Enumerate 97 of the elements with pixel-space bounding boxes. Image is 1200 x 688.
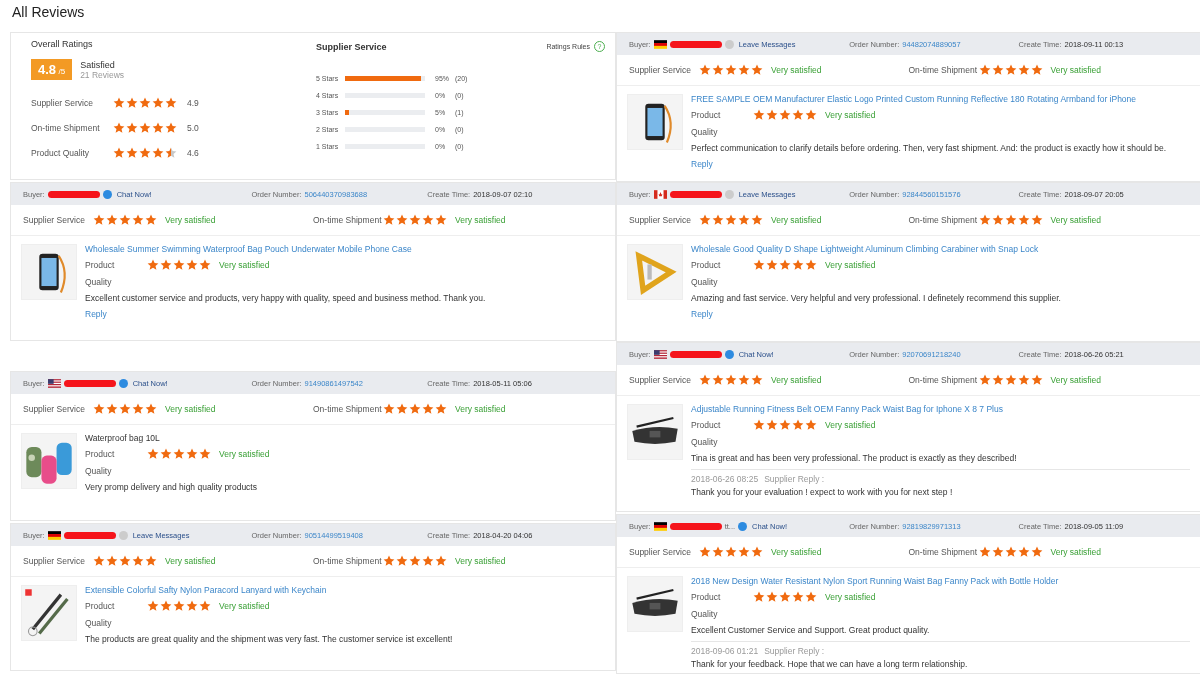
rating-verdict: Very satisfied [1050,375,1102,385]
product-title-link[interactable]: Wholesale Summer Swimming Waterproof Bag Pouch Underwater Mobile Phone Case [85,244,605,254]
rating-value: 4.9 [187,97,199,108]
supplier-reply-label: Supplier Reply : [764,646,825,656]
supplier-reply-label: Supplier Reply : [764,474,825,484]
rating-label: On-time Shipment [908,215,978,225]
rating-verdict: Very satisfied [825,259,876,272]
rating-label: Supplier Service [629,375,692,385]
breakdown-title: Supplier Service [316,41,387,52]
rating-label: Product Quality [31,147,91,158]
flag-icon [653,521,667,531]
rating-verdict: Very satisfied [1050,215,1102,225]
rating-verdict: Very satisfied [825,109,876,122]
rating-verdict: Very satisfied [1050,547,1102,557]
rating-label: On-time Shipment [908,547,978,557]
rating-label: Supplier Service [23,556,86,566]
redaction-mark [669,350,722,358]
product-quality-label: Product Quality [691,259,722,289]
review-comment: Amazing and fast service. Very helpful and very professional. I definetely recommend this supplier. [691,293,1062,303]
rating-label: On-time Shipment [313,404,383,414]
rating-verdict: Very satisfied [455,215,506,225]
rating-label: Supplier Service [23,404,86,414]
message-icon [118,530,128,540]
flag-icon [47,530,61,540]
rating-verdict: Very satisfied [165,556,216,566]
chat-icon [102,189,112,199]
supplier-reply: Thank you for your evaluation ! expect to work with you for next step ! [691,487,954,497]
flag-icon [653,189,667,199]
flag-icon [653,349,667,359]
redaction-mark [63,379,116,387]
product-quality-label: Product Quality [85,448,116,478]
rating-verdict: Very satisfied [455,556,506,566]
product-title-link[interactable]: Wholesale Good Quality D Shape Lightweight Aluminum Climbing Carabiner with Snap Lock [691,244,1190,254]
page-title: All Reviews [11,3,86,22]
redaction-mark [669,190,722,198]
product-quality-label: Product Quality [691,109,722,139]
overall-verdict: Satisfied [80,59,116,70]
redaction-mark [63,531,116,539]
redaction-mark [669,522,722,530]
reply-time: 2018-06-26 08:25 [691,474,759,484]
product-title: Waterproof bag 10L [85,433,161,443]
review-comment: Tina is great and has been very professional. The product is exactly as they described! [691,453,1018,463]
review-count: 21 Reviews [80,69,125,80]
review-comment: Perfect communication to clarify details before ordering. Then, very fast shipment. And: the product is exactly how it should be. [691,143,1168,153]
rating-label: On-time Shipment [908,65,978,75]
score-badge: 4.8 /5 [31,59,73,80]
product-quality-label: Product Quality [691,419,722,449]
chat-icon [118,378,128,388]
rating-value: 5.0 [187,122,199,133]
flag-icon [653,39,667,49]
message-icon [724,189,734,199]
reply-link[interactable]: Reply [691,159,1190,169]
reply-time: 2018-09-06 01:21 [691,646,759,656]
rating-verdict: Very satisfied [165,404,216,414]
rating-verdict: Very satisfied [219,259,270,272]
rating-verdict: Very satisfied [771,375,822,385]
chat-icon [724,349,734,359]
overall-ratings-title: Overall Ratings [31,39,94,49]
message-icon [724,39,734,49]
supplier-reply: Thank for your feedback. Hope that we can have a long term relationship. [691,659,969,669]
product-title-link[interactable]: Adjustable Running Fitness Belt OEM Fanny Pack Waist Bag for Iphone X 8 7 Plus [691,404,1190,414]
review-comment: Excellent Customer Service and Support. Great product quality. [691,625,931,635]
rating-value: 4.6 [187,147,199,158]
review-comment: Very promp delivery and high quality products [85,482,258,492]
rating-label: On-time Shipment [31,122,101,133]
redaction-mark [47,190,100,198]
rating-label: On-time Shipment [313,215,383,225]
rating-label: On-time Shipment [908,375,978,385]
product-quality-label: Product Quality [85,259,116,289]
review-comment: The products are great quality and the shipment was very fast. The customer service ist excellent! [85,634,454,644]
rating-verdict: Very satisfied [165,215,216,225]
rating-verdict: Very satisfied [219,448,270,461]
product-quality-label: Product Quality [691,591,722,621]
rating-verdict: Very satisfied [1050,65,1102,75]
rating-label: Supplier Service [629,547,692,557]
flag-icon [47,378,61,388]
product-title-link[interactable]: 2018 New Design Water Resistant Nylon Sport Running Waist Bag Fanny Pack with Bottle Holder [691,576,1190,586]
redaction-mark [669,40,722,48]
rating-verdict: Very satisfied [771,547,822,557]
rating-label: Supplier Service [629,65,692,75]
product-title-link[interactable]: FREE SAMPLE OEM Manufacturer Elastic Logo Printed Custom Running Reflective 180 Rotating Armband for iPhone [691,94,1190,104]
rating-verdict: Very satisfied [825,419,876,432]
rating-label: Supplier Service [629,215,692,225]
rating-label: Supplier Service [31,97,94,108]
reply-link[interactable]: Reply [85,309,605,319]
rating-verdict: Very satisfied [825,591,876,604]
rating-verdict: Very satisfied [771,215,822,225]
reply-link[interactable]: Reply [691,309,1190,319]
rating-label: Supplier Service [23,215,86,225]
rating-verdict: Very satisfied [219,600,270,613]
product-quality-label: Product Quality [85,600,116,630]
chat-icon [738,521,748,531]
rating-verdict: Very satisfied [771,65,822,75]
review-comment: Excellent customer service and products, very happy with quality, speed and business method. Thank you. [85,293,487,303]
product-title-link[interactable]: Extensible Colorful Safty Nylon Paracord Lanyard with Keychain [85,585,605,595]
rating-label: On-time Shipment [313,556,383,566]
rating-verdict: Very satisfied [455,404,506,414]
